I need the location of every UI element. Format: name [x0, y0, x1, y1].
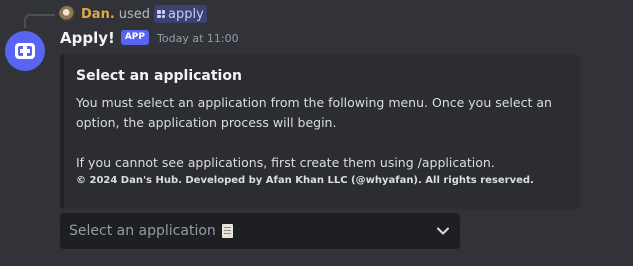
- scroll-icon: [221, 224, 233, 238]
- command-mention[interactable]: apply: [154, 5, 207, 23]
- select-placeholder: Select an application: [69, 223, 216, 239]
- app-badge: APP: [120, 29, 150, 45]
- embed-description-line: You must select an application from the …: [76, 95, 552, 130]
- message-header: Apply! APP Today at 11:00: [60, 28, 239, 48]
- reply-reference[interactable]: Dan. used apply: [59, 4, 207, 24]
- embed-description-line: If you cannot see applications, first cr…: [76, 155, 495, 170]
- chevron-down-icon[interactable]: [436, 224, 450, 238]
- reply-user-avatar[interactable]: [59, 6, 75, 22]
- bot-name[interactable]: Apply!: [60, 29, 115, 47]
- embed-title: Select an application: [76, 68, 242, 84]
- reply-spine: [24, 14, 55, 28]
- application-select-menu[interactable]: Select an application: [60, 213, 460, 249]
- message-embed: Select an application You must select an…: [60, 54, 580, 209]
- reply-used-text: used: [118, 6, 151, 22]
- command-name: apply: [168, 6, 204, 22]
- embed-footer: © 2024 Dan's Hub. Developed by Afan Khan…: [76, 175, 534, 186]
- message-timestamp[interactable]: Today at 11:00: [157, 32, 239, 45]
- reply-username[interactable]: Dan.: [81, 7, 115, 22]
- embed-description: You must select an application from the …: [76, 93, 568, 173]
- bot-avatar[interactable]: [5, 31, 45, 71]
- slash-command-icon: [157, 10, 166, 18]
